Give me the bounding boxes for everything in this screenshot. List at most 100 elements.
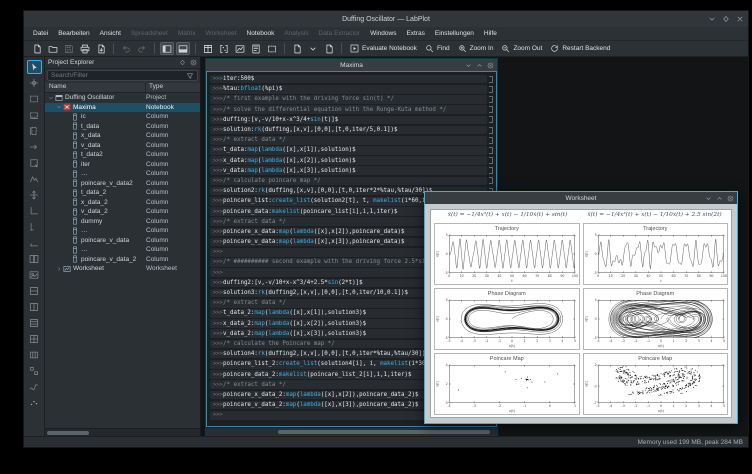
print-icon[interactable] (78, 42, 92, 55)
float-dock-icon[interactable] (179, 59, 186, 66)
collapse-arrow-icon[interactable] (47, 95, 54, 101)
expand-arrow-icon[interactable] (55, 266, 62, 272)
find-button[interactable]: Find (421, 43, 454, 54)
navigate-tool-icon[interactable] (27, 188, 42, 202)
menu-einstellungen[interactable]: Einstellungen (430, 28, 479, 39)
tree-item-poincare-v-data-2[interactable]: poincare_v_data_2Column (45, 255, 200, 265)
two-plots-tool-icon[interactable] (27, 252, 42, 266)
tree-item-x-data[interactable]: x_dataColumn (45, 131, 200, 141)
tree-item-t-data-2[interactable]: t_data_2Column (45, 188, 200, 198)
filter-icon[interactable] (186, 72, 194, 80)
grid-b-tool-icon[interactable] (27, 300, 42, 314)
crosshair-tool-icon[interactable] (27, 76, 42, 90)
collapse-arrow-icon[interactable] (55, 104, 62, 110)
maxima-titlebar[interactable]: Maxima (206, 59, 497, 71)
new-file-icon[interactable] (30, 42, 44, 55)
maxima-close-icon[interactable] (487, 62, 494, 69)
zoom-x-select-tool-icon[interactable] (27, 108, 42, 122)
open-file-icon[interactable] (46, 42, 60, 55)
tree-item-t-data[interactable]: t_dataColumn (45, 122, 200, 132)
tree-item-duffing-oscillator[interactable]: Duffing OscillatorProject (45, 93, 200, 103)
console-entry[interactable]: >>>v_data:map(lambda([x],x[3]),solution)… (210, 166, 493, 176)
minimize-icon[interactable] (708, 15, 716, 23)
zoom-out-button[interactable]: Zoom Out (497, 43, 546, 54)
axis-left-tool-icon[interactable] (27, 220, 42, 234)
tree-item-maxima[interactable]: MaximaNotebook (45, 103, 200, 113)
new-file-icon[interactable] (290, 42, 304, 55)
menu-hilfe[interactable]: Hilfe (479, 28, 502, 39)
console-entry[interactable]: >>>duffing:[v,-v/10+x-x^3/4+sin(t)]$ (210, 115, 493, 125)
notebook-icon[interactable] (249, 42, 263, 55)
layout-c-tool-icon[interactable] (27, 364, 42, 378)
menu-extras[interactable]: Extras (401, 28, 429, 39)
restart-backend-button[interactable]: Restart Backend (546, 43, 614, 54)
console-hscrollbar[interactable] (206, 427, 497, 435)
console-entry[interactable]: >>>solution:rk(duffing,[x,v],[0,0],[t,0,… (210, 125, 493, 135)
worksheet-view[interactable]: ẍ(t) = −1/4x³(t) + x(t) − 1/10ẋ(t) + sin… (425, 204, 737, 423)
tree-column-header[interactable]: Name Type (45, 83, 200, 93)
close-dock-icon[interactable] (190, 59, 197, 66)
tree-item-poincare-v-data2[interactable]: poincare_v_data2Column (45, 179, 200, 189)
console-entry[interactable]: >>>%tau:bfloat(%pi)$ (210, 84, 493, 94)
menu-bearbeiten[interactable]: Bearbeiten (53, 28, 94, 39)
spreadsheet-icon[interactable] (201, 42, 215, 55)
worksheet-close-icon[interactable] (727, 195, 734, 202)
image-tool-icon[interactable] (27, 268, 42, 282)
tree-item-t-data2[interactable]: t_data2Column (45, 150, 200, 160)
menu-windows[interactable]: Windows (365, 28, 401, 39)
tree-item-dummy[interactable]: dummyColumn (45, 217, 200, 227)
shift-x-tool-icon[interactable] (27, 140, 42, 154)
export-pdf-icon[interactable] (94, 42, 108, 55)
column-header-type[interactable]: Type (146, 83, 200, 92)
tree-item-v-data-2[interactable]: v_data_2Column (45, 207, 200, 217)
grid-c-tool-icon[interactable] (27, 316, 42, 330)
maximize-icon[interactable] (722, 15, 730, 23)
peak-tool-icon[interactable] (27, 172, 42, 186)
zoom-in-button[interactable]: Zoom In (454, 43, 498, 54)
worksheet-titlebar[interactable]: Worksheet (425, 192, 737, 204)
zoom-select-tool-icon[interactable] (27, 92, 42, 106)
tree-item-[interactable]: …Column (45, 245, 200, 255)
evaluate-notebook-button[interactable]: Evaluate Notebook (346, 43, 421, 54)
titlebar[interactable]: Duffing Oscillator — LabPlot (24, 11, 748, 27)
close-icon[interactable] (736, 15, 744, 23)
select-region-tool-icon[interactable] (27, 156, 42, 170)
search-input[interactable] (51, 72, 186, 79)
tree-item-worksheet[interactable]: WorksheetWorksheet (45, 264, 200, 274)
matrix-icon[interactable] (217, 42, 231, 55)
console-entry[interactable]: >>>/* first example with the driving for… (210, 94, 493, 104)
curve-tool-icon[interactable] (27, 380, 42, 394)
caret-down-icon[interactable] (306, 42, 320, 55)
new-file-icon[interactable] (322, 42, 336, 55)
console-entry[interactable]: >>>t_data:map(lambda([x],x[1]),solution)… (210, 145, 493, 155)
menu-datei[interactable]: Datei (28, 28, 53, 39)
console-entry[interactable]: >>>/* extract data */ (210, 135, 493, 145)
project-explorer-header[interactable]: Project Explorer (45, 57, 200, 69)
dock-left-icon[interactable] (160, 42, 174, 55)
tree-item-x-data-2[interactable]: x_data_2Column (45, 198, 200, 208)
tree-item-poincare-v-data[interactable]: poincare_v_dataColumn (45, 236, 200, 246)
console-entry[interactable]: >>>x_data:map(lambda([x],x[2]),solution)… (210, 156, 493, 166)
console-entry[interactable]: >>>iter:500$ (210, 74, 493, 84)
layout-a-tool-icon[interactable] (27, 332, 42, 346)
points-tool-icon[interactable] (27, 396, 42, 410)
maxima-minimize-icon[interactable] (465, 62, 472, 69)
worksheet-minimize-icon[interactable] (705, 195, 712, 202)
column-header-name[interactable]: Name (45, 83, 146, 92)
axis-corner-tool-icon[interactable] (27, 204, 42, 218)
worksheet-maximize-icon[interactable] (716, 195, 723, 202)
tree-item-[interactable]: …Column (45, 226, 200, 236)
axis-bottom-tool-icon[interactable] (27, 236, 42, 250)
console-entry[interactable]: >>>/* solve the differential equation wi… (210, 105, 493, 115)
menu-ansicht[interactable]: Ansicht (95, 28, 126, 39)
tree-item-iter[interactable]: iterColumn (45, 160, 200, 170)
grid-a-tool-icon[interactable] (27, 284, 42, 298)
maxima-maximize-icon[interactable] (476, 62, 483, 69)
console-entry[interactable]: >>>/* calculate poincare map */ (210, 176, 493, 186)
menu-notebook[interactable]: Notebook (242, 28, 280, 39)
cursor-tool-icon[interactable] (27, 60, 42, 74)
worksheet-icon[interactable] (233, 42, 247, 55)
tree-item-[interactable]: …Column (45, 169, 200, 179)
dock-bottom-icon[interactable] (176, 42, 190, 55)
zoom-select-icon[interactable] (265, 42, 279, 55)
